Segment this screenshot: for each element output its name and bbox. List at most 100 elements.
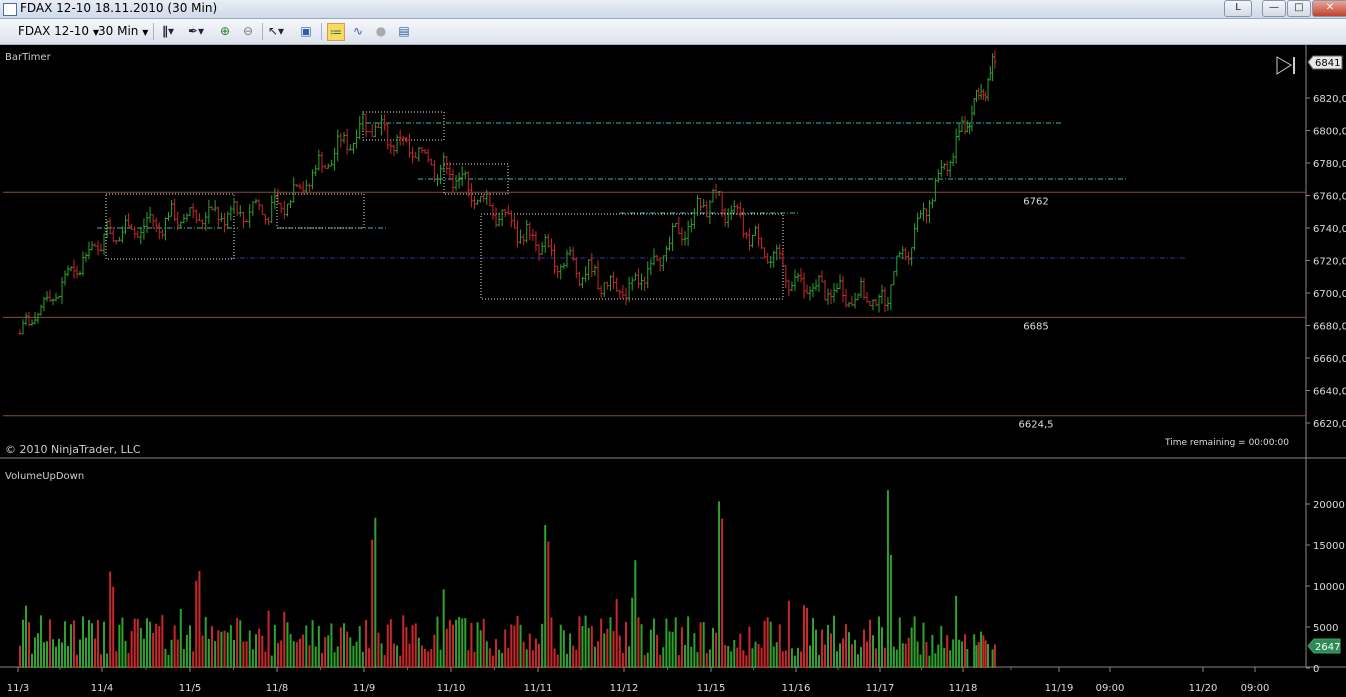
volume-bar	[280, 640, 283, 668]
order-grid-icon[interactable]: ▤	[396, 23, 412, 39]
volume-bar	[336, 646, 339, 668]
volume-bar	[724, 644, 727, 668]
interval-selector[interactable]: 30 Min ▼	[98, 22, 148, 40]
maximize-icon[interactable]: □	[1287, 0, 1311, 17]
time-tick-label: 11/19	[1045, 683, 1074, 694]
time-tick-label: 11/5	[179, 683, 201, 694]
volume-bar	[448, 619, 451, 668]
volume-bar	[934, 653, 937, 668]
bar-style-icon[interactable]: ∥▾	[160, 23, 176, 39]
volume-bar	[643, 655, 646, 668]
volume-bar	[878, 616, 880, 668]
minimize-icon[interactable]: —	[1262, 0, 1286, 17]
volume-bar	[519, 624, 522, 668]
play-icon[interactable]	[1276, 56, 1295, 75]
volume-bar	[220, 631, 223, 668]
volume-bar	[742, 650, 745, 668]
volume-bar	[809, 645, 811, 668]
volume-bar	[142, 638, 145, 668]
volume-bar	[365, 620, 367, 668]
volume-bar	[182, 649, 185, 668]
volume-bar	[702, 622, 705, 668]
volume-bar	[958, 639, 961, 668]
volume-bar	[358, 626, 361, 668]
close-icon[interactable]: ✕	[1312, 0, 1346, 17]
volume-bar	[176, 639, 179, 668]
volume-bar	[146, 618, 148, 668]
volume-bar	[109, 571, 112, 668]
volume-bar	[485, 641, 488, 668]
volume-bar	[857, 654, 859, 668]
volume-bar	[964, 634, 966, 668]
volume-bar	[82, 616, 84, 668]
volume-bar	[88, 619, 90, 668]
volume-bar	[94, 638, 96, 668]
strategy-icon[interactable]: ●	[373, 23, 389, 39]
properties-icon[interactable]: ▣	[298, 23, 314, 39]
draw-pen-icon[interactable]: ✒▾	[188, 23, 204, 39]
volume-bar	[488, 648, 491, 668]
volume-bar	[70, 624, 72, 668]
volume-bar	[848, 632, 850, 668]
volume-bar	[618, 635, 621, 668]
volume-bar	[860, 647, 862, 668]
volume-bar	[949, 650, 952, 668]
volume-bar	[803, 605, 805, 668]
volume-bar	[652, 618, 655, 668]
volume-bar	[368, 648, 371, 668]
chart-window-icon	[3, 3, 17, 16]
volume-bar	[289, 633, 292, 668]
volume-bar	[593, 646, 596, 668]
volume-bar	[907, 637, 910, 668]
price-tick-label: 6700,0	[1313, 289, 1346, 300]
volume-bar	[778, 624, 781, 668]
price-tick-label: 6620,0	[1313, 419, 1346, 430]
volume-bar	[248, 630, 251, 668]
price-tick-label: 6640,0	[1313, 387, 1346, 398]
indicators-icon[interactable]: ∿	[350, 23, 366, 39]
volume-bar	[522, 641, 525, 668]
data-box-icon[interactable]: ≔	[327, 23, 345, 41]
volume-bar	[572, 645, 575, 668]
level-label: 6624,5	[1019, 420, 1054, 431]
price-tick-label: 6780,0	[1313, 159, 1346, 170]
volume-bar	[479, 630, 482, 668]
volume-bar	[302, 634, 305, 668]
volume-bar	[769, 621, 772, 668]
volume-bar	[333, 652, 336, 668]
volume-bar	[103, 621, 105, 668]
volume-bar	[668, 631, 671, 668]
volume-bar	[993, 644, 996, 668]
chart-canvas[interactable]: BarTimer © 2010 NinjaTrader, LLC Time re…	[0, 45, 1346, 697]
volume-bar	[455, 619, 458, 668]
zoom-in-icon[interactable]: ⊕	[217, 23, 233, 39]
volume-bar	[242, 641, 245, 668]
link-button[interactable]: L	[1224, 0, 1252, 17]
volume-bar	[597, 641, 600, 668]
volume-bar	[339, 627, 342, 668]
toolbar-separator	[262, 23, 263, 40]
volume-bar	[952, 639, 955, 668]
volume-bar	[800, 651, 802, 668]
zoom-out-icon[interactable]: ⊖	[240, 23, 256, 39]
volume-bar	[352, 645, 355, 668]
volume-bar	[898, 617, 901, 668]
instrument-selector[interactable]: FDAX 12-10 ▼	[18, 22, 99, 40]
volume-bar	[854, 639, 856, 668]
drawing-lines	[97, 122, 1185, 259]
volume-bar	[984, 640, 987, 668]
volume-bar	[239, 620, 242, 668]
volume-bar	[830, 633, 832, 668]
volume-tick-label: 0	[1313, 664, 1319, 675]
time-remaining-text: Time remaining = 00:00:00	[1164, 438, 1289, 448]
time-tick-label: 11/8	[266, 683, 288, 694]
volume-bar	[161, 615, 164, 668]
volume-bar	[528, 633, 531, 668]
cursor-icon[interactable]: ↖▾	[268, 23, 284, 39]
volume-bar	[292, 641, 295, 668]
time-tick-label: 11/16	[782, 683, 811, 694]
volume-bar	[881, 627, 883, 668]
volume-bar	[916, 641, 919, 668]
copyright-text: © 2010 NinjaTrader, LLC	[5, 443, 141, 456]
volume-bar	[482, 618, 485, 668]
